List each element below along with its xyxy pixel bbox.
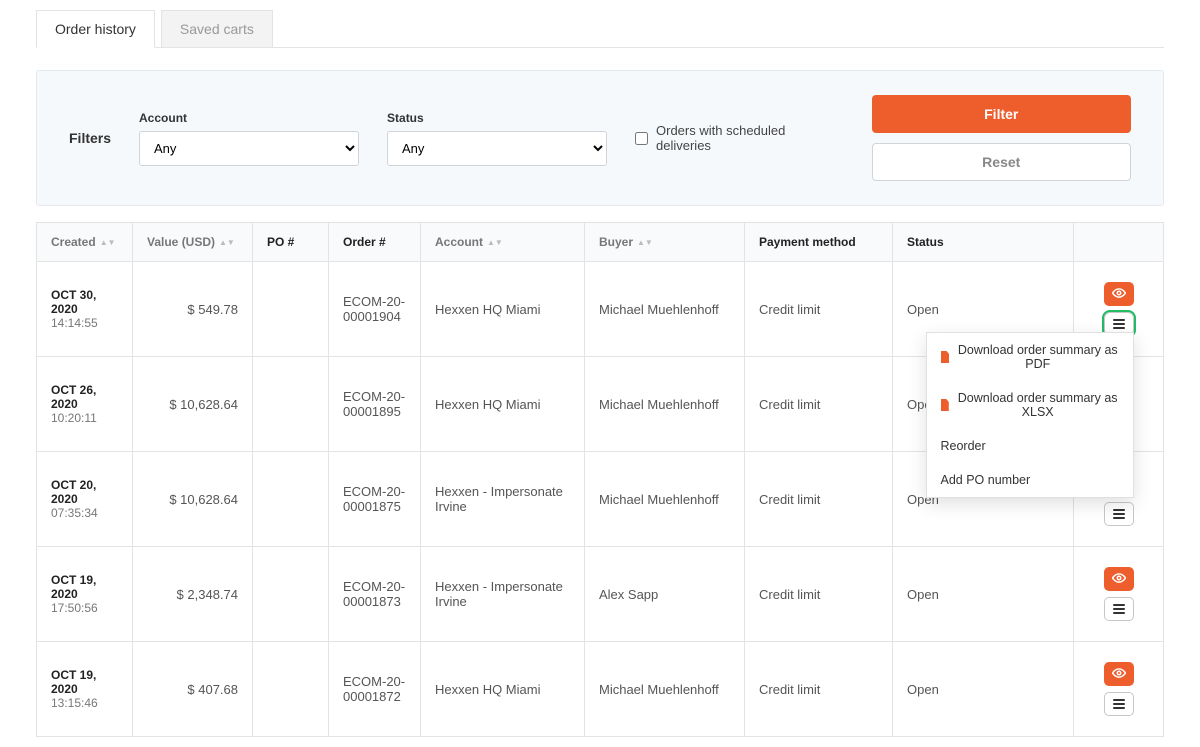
cell-account: Hexxen - Impersonate Irvine <box>421 547 585 642</box>
cell-payment: Credit limit <box>745 642 893 737</box>
cell-buyer: Michael Muehlenhoff <box>585 452 745 547</box>
cell-order: ECOM-20-00001873 <box>329 547 421 642</box>
eye-icon <box>1112 286 1126 303</box>
eye-icon <box>1112 666 1126 683</box>
cell-value: $ 2,348.74 <box>133 547 253 642</box>
cell-account: Hexxen HQ Miami <box>421 262 585 357</box>
view-button[interactable] <box>1104 662 1134 686</box>
row-actions <box>1104 567 1134 621</box>
filter-status-label: Status <box>387 111 607 125</box>
cell-payment: Credit limit <box>745 547 893 642</box>
row-menu-button[interactable] <box>1104 597 1134 621</box>
cell-created: OCT 19, 202017:50:56 <box>37 547 133 642</box>
cell-po <box>253 357 329 452</box>
cell-po <box>253 262 329 357</box>
file-pdf-icon <box>941 351 950 363</box>
orders-table: Created▲▼ Value (USD)▲▼ PO # Order # Acc… <box>36 222 1164 737</box>
cell-created: OCT 20, 202007:35:34 <box>37 452 133 547</box>
table-row: OCT 19, 202013:15:46 $ 407.68 ECOM-20-00… <box>37 642 1164 737</box>
cell-buyer: Alex Sapp <box>585 547 745 642</box>
eye-icon <box>1112 571 1126 588</box>
filter-account-select[interactable]: Any <box>139 131 359 166</box>
filters-title: Filters <box>69 130 111 146</box>
tab-saved-carts[interactable]: Saved carts <box>161 10 273 47</box>
menu-icon <box>1113 604 1125 614</box>
col-order: Order # <box>329 223 421 262</box>
sort-icon: ▲▼ <box>637 240 653 245</box>
sort-icon: ▲▼ <box>100 240 116 245</box>
col-actions <box>1074 223 1164 262</box>
file-xlsx-icon <box>941 399 949 411</box>
cell-buyer: Michael Muehlenhoff <box>585 262 745 357</box>
row-dropdown: Download order summary as PDF Download o… <box>926 332 1134 498</box>
cell-actions <box>1074 547 1164 642</box>
row-actions <box>1104 662 1134 716</box>
filter-status: Status Any <box>387 111 607 166</box>
cell-account: Hexxen HQ Miami <box>421 642 585 737</box>
filters-panel: Filters Account Any Status Any Orders wi… <box>36 70 1164 206</box>
row-menu-button[interactable] <box>1104 692 1134 716</box>
cell-account: Hexxen HQ Miami <box>421 357 585 452</box>
tabs: Order history Saved carts <box>36 10 1164 48</box>
row-actions: Download order summary as PDF Download o… <box>1104 282 1134 336</box>
cell-buyer: Michael Muehlenhoff <box>585 357 745 452</box>
filter-scheduled-label: Orders with scheduled deliveries <box>656 123 843 153</box>
dropdown-download-pdf[interactable]: Download order summary as PDF <box>927 333 1133 381</box>
table-row: OCT 19, 202017:50:56 $ 2,348.74 ECOM-20-… <box>37 547 1164 642</box>
col-created[interactable]: Created▲▼ <box>37 223 133 262</box>
col-account[interactable]: Account▲▼ <box>421 223 585 262</box>
filter-scheduled-checkbox[interactable] <box>635 132 648 145</box>
col-po: PO # <box>253 223 329 262</box>
filter-account-label: Account <box>139 111 359 125</box>
menu-icon <box>1113 699 1125 709</box>
filters-actions: Filter Reset <box>872 95 1132 181</box>
cell-actions <box>1074 642 1164 737</box>
col-payment: Payment method <box>745 223 893 262</box>
cell-po <box>253 452 329 547</box>
col-value[interactable]: Value (USD)▲▼ <box>133 223 253 262</box>
dropdown-add-po[interactable]: Add PO number <box>927 463 1133 497</box>
filter-scheduled[interactable]: Orders with scheduled deliveries <box>635 123 843 153</box>
cell-order: ECOM-20-00001872 <box>329 642 421 737</box>
cell-value: $ 10,628.64 <box>133 357 253 452</box>
cell-status: Open <box>893 547 1074 642</box>
cell-actions: Download order summary as PDF Download o… <box>1074 262 1164 357</box>
filter-status-select[interactable]: Any <box>387 131 607 166</box>
cell-payment: Credit limit <box>745 452 893 547</box>
menu-icon <box>1113 319 1125 329</box>
cell-po <box>253 547 329 642</box>
col-status: Status <box>893 223 1074 262</box>
cell-order: ECOM-20-00001875 <box>329 452 421 547</box>
tab-order-history[interactable]: Order history <box>36 10 155 48</box>
cell-order: ECOM-20-00001904 <box>329 262 421 357</box>
dropdown-reorder[interactable]: Reorder <box>927 429 1133 463</box>
reset-button[interactable]: Reset <box>872 143 1132 181</box>
cell-value: $ 549.78 <box>133 262 253 357</box>
cell-created: OCT 19, 202013:15:46 <box>37 642 133 737</box>
row-menu-button[interactable] <box>1104 502 1134 526</box>
sort-icon: ▲▼ <box>487 240 503 245</box>
cell-created: OCT 26, 202010:20:11 <box>37 357 133 452</box>
cell-buyer: Michael Muehlenhoff <box>585 642 745 737</box>
cell-account: Hexxen - Impersonate Irvine <box>421 452 585 547</box>
cell-po <box>253 642 329 737</box>
cell-status: Open <box>893 642 1074 737</box>
filter-account: Account Any <box>139 111 359 166</box>
cell-created: OCT 30, 202014:14:55 <box>37 262 133 357</box>
view-button[interactable] <box>1104 282 1134 306</box>
cell-value: $ 10,628.64 <box>133 452 253 547</box>
cell-payment: Credit limit <box>745 262 893 357</box>
view-button[interactable] <box>1104 567 1134 591</box>
dropdown-download-xlsx[interactable]: Download order summary as XLSX <box>927 381 1133 429</box>
sort-icon: ▲▼ <box>219 240 235 245</box>
col-buyer[interactable]: Buyer▲▼ <box>585 223 745 262</box>
cell-payment: Credit limit <box>745 357 893 452</box>
menu-icon <box>1113 509 1125 519</box>
cell-order: ECOM-20-00001895 <box>329 357 421 452</box>
filter-button[interactable]: Filter <box>872 95 1132 133</box>
cell-value: $ 407.68 <box>133 642 253 737</box>
table-row: OCT 30, 202014:14:55 $ 549.78 ECOM-20-00… <box>37 262 1164 357</box>
